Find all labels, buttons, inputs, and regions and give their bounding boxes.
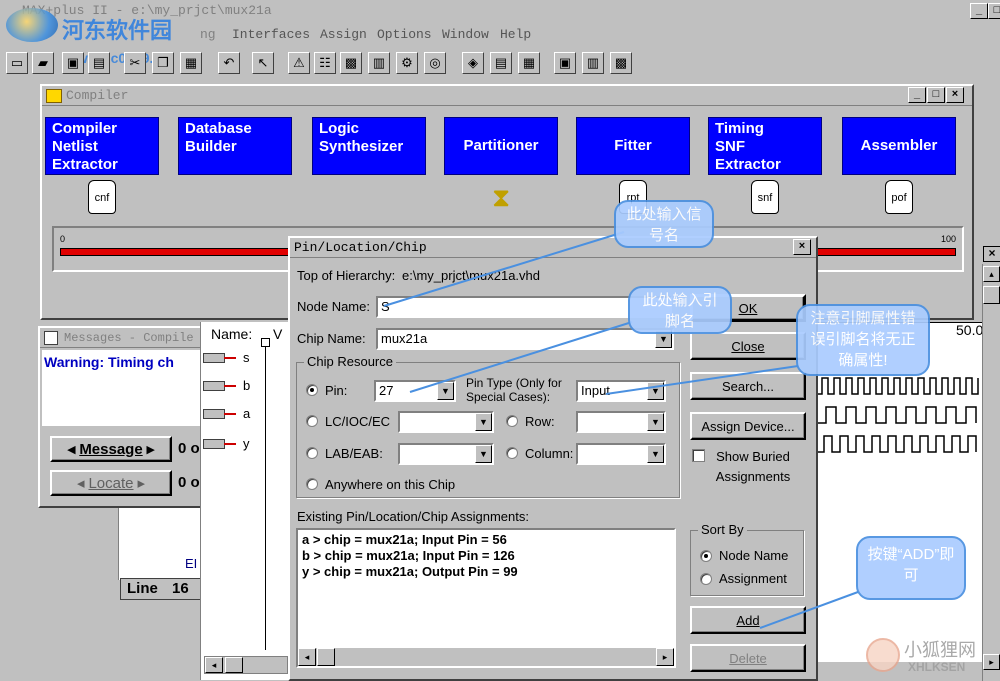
watermark-bottom-sub: XHLKSEN	[908, 660, 966, 674]
callout-pin-name: 此处输入引脚名	[628, 286, 732, 334]
callout-add-button: 按键“ADD”即可	[856, 536, 966, 600]
callout-signal-name: 此处输入信号名	[614, 200, 714, 248]
watermark-bottom-brand: 小狐狸网	[904, 640, 976, 660]
fox-logo-icon	[866, 638, 900, 672]
callout-pin-attribute: 注意引脚属性错误引脚名将无正确属性!	[796, 304, 930, 376]
